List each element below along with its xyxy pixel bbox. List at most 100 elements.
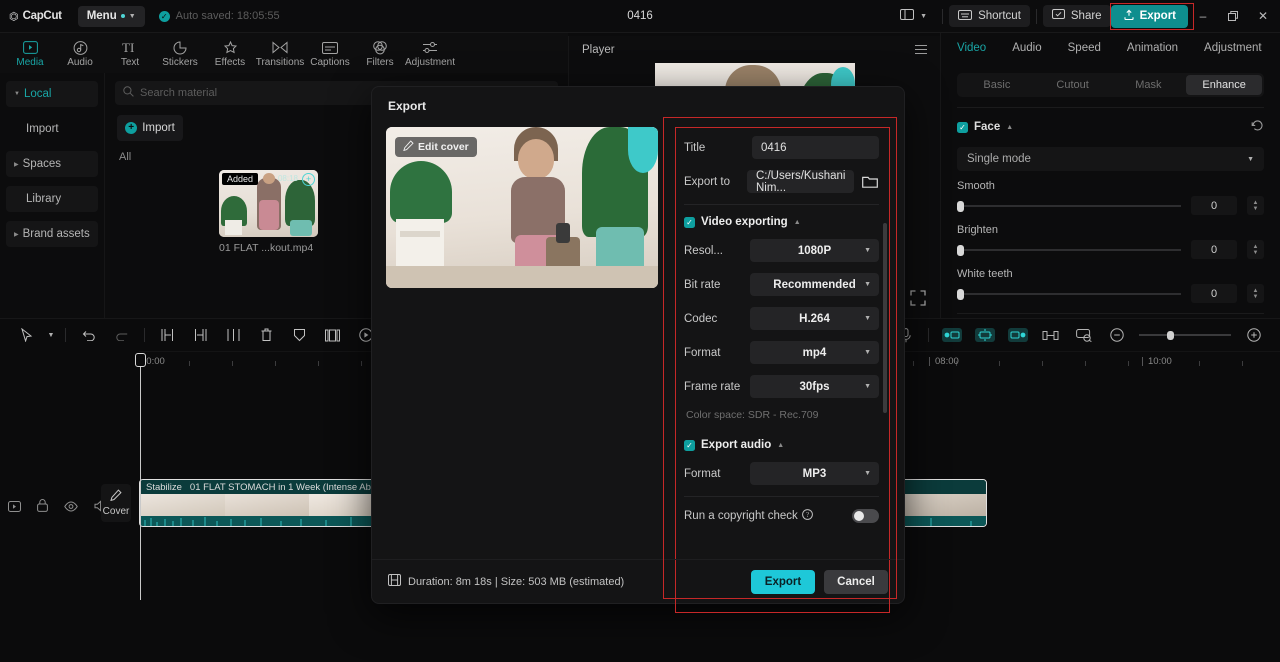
tab-audio[interactable]: Audio xyxy=(1012,42,1041,54)
maximize-button[interactable] xyxy=(1218,0,1248,33)
stepper-icon[interactable]: ▲ ▼ xyxy=(1247,284,1264,303)
keyframe-icon[interactable] xyxy=(968,319,1001,351)
share-button[interactable]: Share xyxy=(1042,5,1111,27)
codec-select[interactable]: H.264 ▼ xyxy=(750,307,879,330)
tab-animation[interactable]: Animation xyxy=(1127,42,1178,54)
settings-scrollbar[interactable] xyxy=(883,223,887,413)
face-checkbox[interactable]: ✓ xyxy=(957,121,968,133)
chevron-up-icon[interactable]: ▲ xyxy=(794,219,801,226)
slider-value[interactable]: 0 xyxy=(1191,284,1237,303)
undo-icon[interactable] xyxy=(72,319,105,351)
slider-handle[interactable] xyxy=(957,244,964,256)
in-point-icon[interactable] xyxy=(935,319,968,351)
resolution-select[interactable]: 1080P ▼ xyxy=(750,239,879,262)
search-input[interactable]: Search material xyxy=(140,87,217,99)
select-icon[interactable] xyxy=(10,319,43,351)
zoom-out-icon[interactable] xyxy=(1100,319,1133,351)
slider-track[interactable] xyxy=(957,288,1181,300)
slider-handle[interactable] xyxy=(957,288,964,300)
format-select[interactable]: mp4 ▼ xyxy=(750,341,879,364)
edit-pencil-icon xyxy=(403,140,414,154)
dialog-export-button[interactable]: Export xyxy=(751,569,815,594)
close-button[interactable]: ✕ xyxy=(1248,0,1278,33)
audio-format-label: Format xyxy=(684,467,721,480)
tool-tab-media[interactable]: Media xyxy=(6,38,54,68)
media-thumbnail[interactable]: Added 08:18 + xyxy=(219,170,318,237)
info-icon[interactable]: ? xyxy=(801,509,813,523)
preview-icon[interactable] xyxy=(8,499,21,517)
tool-tab-stickers[interactable]: Stickers xyxy=(156,38,204,68)
import-button[interactable]: + Import xyxy=(117,115,183,141)
crop-icon[interactable] xyxy=(283,319,316,351)
tool-tab-text[interactable]: TI Text xyxy=(106,38,154,68)
slider-value[interactable]: 0 xyxy=(1191,196,1237,215)
bitrate-select[interactable]: Recommended ▼ xyxy=(750,273,879,296)
tab-speed[interactable]: Speed xyxy=(1068,42,1101,54)
export-audio-checkbox[interactable]: ✓ xyxy=(684,439,695,451)
stepper-icon[interactable]: ▲ ▼ xyxy=(1247,196,1264,215)
media-item[interactable]: Added 08:18 + 01 FLAT ...kout.mp4 xyxy=(219,170,318,254)
slider-track[interactable] xyxy=(957,244,1181,256)
zoom-in-icon[interactable] xyxy=(1237,319,1270,351)
slider-track[interactable] xyxy=(957,200,1181,212)
framerate-select[interactable]: 30fps ▼ xyxy=(750,375,879,398)
tool-tab-captions[interactable]: Captions xyxy=(306,38,354,68)
reset-icon[interactable] xyxy=(1251,119,1264,135)
dialog-cancel-button[interactable]: Cancel xyxy=(824,569,888,594)
minimize-button[interactable]: – xyxy=(1188,0,1218,33)
edit-cover-button[interactable]: Edit cover xyxy=(395,137,477,157)
slider-handle[interactable] xyxy=(957,200,964,212)
tab-video[interactable]: Video xyxy=(957,42,986,54)
chevron-up-icon[interactable]: ▲ xyxy=(777,442,784,449)
segment-enhance[interactable]: Enhance xyxy=(1186,75,1262,95)
playhead-handle[interactable] xyxy=(135,353,146,367)
tab-adjustment[interactable]: Adjustment xyxy=(1204,42,1262,54)
zoom-slider[interactable] xyxy=(1139,330,1231,340)
segment-cutout[interactable]: Cutout xyxy=(1035,75,1111,95)
sidebar-item-spaces[interactable]: ▶ Spaces xyxy=(6,151,98,177)
title-input[interactable]: 0416 xyxy=(752,136,879,159)
lock-icon[interactable] xyxy=(37,499,48,517)
cover-button[interactable]: Cover xyxy=(101,484,131,522)
sidebar-item-local[interactable]: ▼ Local xyxy=(6,81,98,107)
split-icon[interactable] xyxy=(217,319,250,351)
split-marker-icon[interactable] xyxy=(1034,319,1067,351)
split-left-icon[interactable] xyxy=(151,319,184,351)
shortcut-button[interactable]: Shortcut xyxy=(949,5,1030,27)
slider-value[interactable]: 0 xyxy=(1191,240,1237,259)
video-exporting-checkbox[interactable]: ✓ xyxy=(684,216,695,228)
export-button-titlebar[interactable]: Export xyxy=(1110,4,1188,28)
redo-icon[interactable] xyxy=(105,319,138,351)
stepper-icon[interactable]: ▲ ▼ xyxy=(1247,240,1264,259)
menu-button[interactable]: Menu ▼ xyxy=(77,5,145,27)
auto-fit-icon[interactable] xyxy=(1067,319,1100,351)
chevron-up-icon[interactable]: ▲ xyxy=(1006,124,1013,131)
sidebar-item-library[interactable]: Library xyxy=(6,186,98,212)
tool-tab-adjustment[interactable]: Adjustment xyxy=(405,38,455,68)
chevron-down-icon[interactable]: ▼ xyxy=(43,319,59,351)
expand-icon[interactable] xyxy=(910,290,926,306)
segment-mask[interactable]: Mask xyxy=(1111,75,1187,95)
export-to-input[interactable]: C:/Users/Kushani Nim... xyxy=(746,170,855,194)
segment-basic[interactable]: Basic xyxy=(959,75,1035,95)
tool-tab-filters[interactable]: Filters xyxy=(356,38,404,68)
eye-icon[interactable] xyxy=(64,499,78,517)
copyright-check-toggle[interactable] xyxy=(852,509,879,523)
folder-icon[interactable] xyxy=(860,172,879,192)
hamburger-icon[interactable] xyxy=(915,44,927,55)
freeze-icon[interactable] xyxy=(316,319,349,351)
sidebar-item-brand-assets[interactable]: ▶ Brand assets xyxy=(6,221,98,247)
add-to-timeline-icon[interactable]: + xyxy=(302,173,315,186)
out-point-icon[interactable] xyxy=(1001,319,1034,351)
split-right-icon[interactable] xyxy=(184,319,217,351)
tool-tab-audio[interactable]: Audio xyxy=(56,38,104,68)
layout-button[interactable]: ▼ xyxy=(891,5,936,27)
tool-tab-transitions[interactable]: Transitions xyxy=(256,38,304,68)
tool-tab-effects[interactable]: Effects xyxy=(206,38,254,68)
delete-icon[interactable] xyxy=(250,319,283,351)
zoom-slider-handle[interactable] xyxy=(1167,330,1174,340)
sidebar-item-import[interactable]: Import xyxy=(6,116,98,142)
divider xyxy=(1035,8,1037,24)
audio-format-select[interactable]: MP3 ▼ xyxy=(750,462,879,485)
face-mode-select[interactable]: Single mode ▼ xyxy=(957,147,1264,171)
